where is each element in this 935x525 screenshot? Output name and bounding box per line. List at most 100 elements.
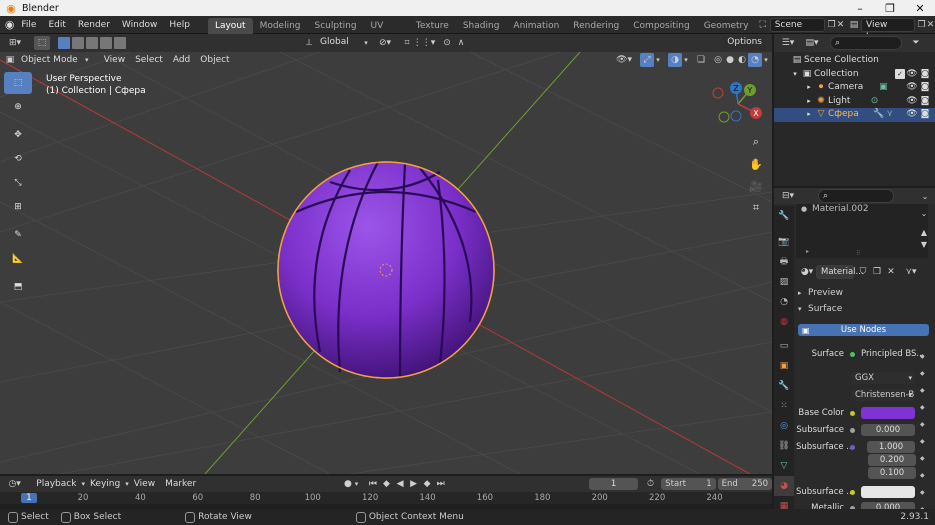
outliner-row-light[interactable]: ▸ ✺ Light ⊙ 👁 ◙ xyxy=(774,95,935,109)
move-up-icon[interactable]: ▲ xyxy=(917,227,931,239)
chevron-down-icon[interactable]: ⌄ xyxy=(919,192,931,201)
eye-icon[interactable]: 👁 xyxy=(905,108,919,122)
list-grip-icon[interactable]: ⠿ xyxy=(856,250,860,257)
collection-tab-icon[interactable]: ▭ xyxy=(774,336,794,356)
solid-shading-icon[interactable]: ● xyxy=(724,55,736,65)
sphere-object[interactable] xyxy=(277,161,495,379)
annotate-tool-icon[interactable]: ✎ xyxy=(4,224,32,246)
material-shading-icon[interactable]: ◐ xyxy=(736,55,748,65)
render-tab-icon[interactable]: 📷 xyxy=(774,232,794,252)
outliner-row-collection[interactable]: ▾ ▣ Collection ✓ 👁 ◙ xyxy=(774,68,935,82)
view-layer-tab-icon[interactable]: ▨ xyxy=(774,272,794,292)
tab-compositing[interactable]: Compositing xyxy=(626,18,696,34)
menu-timeline-view[interactable]: View xyxy=(129,477,160,492)
restore-icon[interactable]: ❐ xyxy=(875,0,905,16)
play-icon[interactable]: ▶ xyxy=(407,479,421,489)
rendered-shading-icon[interactable]: ◔ xyxy=(748,53,762,67)
zoom-icon[interactable]: ⌕ xyxy=(746,132,766,152)
keyframe-dot-icon[interactable]: ◆ xyxy=(920,365,928,382)
menu-select[interactable]: Select xyxy=(130,53,168,68)
use-nodes-button[interactable]: ▣ Use Nodes xyxy=(798,324,929,336)
cursor-tool-icon[interactable]: ⊕ xyxy=(4,96,32,118)
outliner-row-camera[interactable]: ▸ ⏺ Camera ▣ 👁 ◙ xyxy=(774,81,935,95)
tool-tab-icon[interactable]: 🔧 xyxy=(774,206,794,226)
eye-icon[interactable]: 👁 xyxy=(905,95,919,109)
menu-marker[interactable]: Marker xyxy=(160,477,201,492)
outliner-search-input[interactable]: ⌕ xyxy=(830,36,902,50)
chevron-down-icon[interactable]: ⌄ xyxy=(917,208,931,218)
checkbox-icon[interactable]: ✓ xyxy=(895,69,905,80)
editor-type-icon[interactable]: ⊞▾ xyxy=(4,38,26,48)
subsurface-radius-z-field[interactable]: 0.100 xyxy=(868,467,916,479)
camera-render-icon[interactable]: ◙ xyxy=(919,81,931,95)
editor-type-icon[interactable]: ⊟▾ xyxy=(778,191,798,201)
tab-animation[interactable]: Animation xyxy=(506,18,566,34)
gizmo-toggle-icon[interactable]: ⤢ xyxy=(640,53,654,67)
transform-orientation-dropdown[interactable]: Global xyxy=(316,36,362,50)
xray-icon[interactable]: ❏ xyxy=(694,55,708,65)
menu-add[interactable]: Add xyxy=(168,53,195,68)
keyframe-dot-icon[interactable]: ◆ xyxy=(920,416,928,433)
3d-viewport[interactable]: User Perspective (1) Collection | Сфера … xyxy=(0,52,772,474)
menu-render[interactable]: Render xyxy=(72,16,116,34)
play-reverse-icon[interactable]: ◀ xyxy=(393,479,407,489)
prev-keyframe-icon[interactable]: ◆ xyxy=(380,479,394,489)
clock-icon[interactable]: ⏱ xyxy=(644,479,658,489)
overlay-toggle-icon[interactable]: ◑ xyxy=(668,53,682,67)
jump-start-icon[interactable]: ⏮ xyxy=(366,479,380,489)
unlink-material-icon[interactable]: ✕ xyxy=(884,267,898,277)
tab-texture-paint[interactable]: Texture Paint xyxy=(409,18,456,47)
fake-user-shield-icon[interactable]: ⛉ xyxy=(856,267,870,277)
duplicate-material-icon[interactable]: ❐ xyxy=(870,267,884,277)
material-sphere-icon[interactable]: ◕▾ xyxy=(798,267,816,277)
current-frame-field[interactable]: 1 xyxy=(589,478,638,490)
keyframe-dot-icon[interactable]: ◆ xyxy=(920,450,928,467)
tab-modeling[interactable]: Modeling xyxy=(253,18,308,34)
pivot-icon[interactable]: ⊘▾ xyxy=(376,38,394,48)
rotate-tool-icon[interactable]: ⟲ xyxy=(4,148,32,170)
menu-file[interactable]: File xyxy=(15,16,42,34)
display-mode-icon[interactable]: ▤▾ xyxy=(802,38,822,48)
expand-list-icon[interactable]: ▸ xyxy=(806,248,809,255)
camera-render-icon[interactable]: ◙ xyxy=(919,108,931,122)
node-tree-icon[interactable]: ⋎▾ xyxy=(902,267,920,277)
move-tool-icon[interactable]: ✥ xyxy=(4,124,32,146)
expand-icon[interactable]: ▸ xyxy=(804,95,814,109)
material-slot-list[interactable]: ● Material.002 ▸ ⠿ xyxy=(796,204,928,258)
tab-geometry-nodes[interactable]: Geometry Nod xyxy=(697,18,756,47)
subsurface-radius-y-field[interactable]: 0.200 xyxy=(868,454,916,466)
menu-object[interactable]: Object xyxy=(195,53,234,68)
tab-sculpting[interactable]: Sculpting xyxy=(308,18,364,34)
delete-scene-icon[interactable]: ✕ xyxy=(836,20,845,30)
subsurface-field[interactable]: 0.000 xyxy=(861,424,915,436)
camera-render-icon[interactable]: ◙ xyxy=(919,68,931,82)
object-mode-dropdown[interactable]: Object Mode xyxy=(16,53,83,68)
output-tab-icon[interactable]: 🖶 xyxy=(774,252,794,272)
chevron-down-icon[interactable]: ▾ xyxy=(682,56,690,64)
data-tab-icon[interactable]: ▽ xyxy=(774,456,794,476)
eye-icon[interactable]: 👁 xyxy=(905,68,919,82)
minimize-icon[interactable]: – xyxy=(845,0,875,16)
select-mode-new-icon[interactable] xyxy=(58,37,70,49)
falloff-icon[interactable]: ∧ xyxy=(454,38,468,48)
navigation-gizmo[interactable]: Z Y X xyxy=(712,80,768,124)
menu-keying[interactable]: Keying xyxy=(85,477,125,492)
outliner-row-scene-collection[interactable]: ▤ Scene Collection xyxy=(774,54,935,68)
select-tool-icon[interactable]: ⬚ xyxy=(34,36,50,50)
scale-tool-icon[interactable]: ⤡ xyxy=(4,172,32,194)
snap-target-icon[interactable]: ⋮⋮▾ xyxy=(413,38,436,48)
world-tab-icon[interactable]: ◍ xyxy=(774,312,794,332)
visibility-icon[interactable]: 👁▾ xyxy=(614,55,634,65)
keyframe-dot-icon[interactable]: ◆ xyxy=(920,467,928,484)
preview-panel-header[interactable]: ▸ Preview xyxy=(798,287,932,299)
distribution-dropdown[interactable]: GGX ▾ xyxy=(851,372,915,384)
keyframe-dot-icon[interactable]: ◆ xyxy=(920,382,928,399)
chevron-down-icon[interactable]: ▾ xyxy=(654,56,662,64)
editor-type-icon[interactable]: ☰▾ xyxy=(778,38,798,48)
keyframe-dot-icon[interactable]: ◆ xyxy=(920,348,928,365)
tab-rendering[interactable]: Rendering xyxy=(566,18,626,34)
next-keyframe-icon[interactable]: ◆ xyxy=(420,479,434,489)
measure-tool-icon[interactable]: 📐 xyxy=(4,248,32,270)
transform-tool-icon[interactable]: ⊞ xyxy=(4,196,32,218)
new-view-layer-icon[interactable]: ❐ xyxy=(917,20,926,30)
